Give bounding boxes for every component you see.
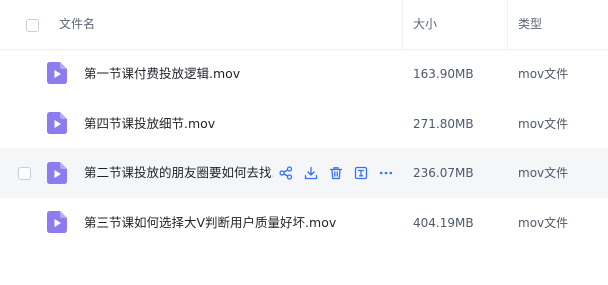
share-icon[interactable] [277, 164, 295, 182]
file-name[interactable]: 第二节课投放的朋友圈要如何去找.mov [84, 148, 273, 198]
video-file-icon [47, 162, 67, 184]
file-type: mov文件 [518, 216, 569, 230]
file-name[interactable]: 第三节课如何选择大V判断用户质量好坏.mov [84, 198, 394, 248]
row-select-checkbox[interactable] [18, 167, 31, 180]
column-divider[interactable] [507, 0, 508, 49]
file-row[interactable]: 第四节课投放细节.mov 271.80MB mov文件 [0, 99, 608, 149]
file-type: mov文件 [518, 67, 569, 81]
delete-icon[interactable] [327, 164, 345, 182]
file-table: 文件名 大小 类型 第一节课付费投放逻辑.mov 163.90MB mov文件 … [0, 0, 608, 285]
file-row[interactable]: 第一节课付费投放逻辑.mov 163.90MB mov文件 [0, 49, 608, 99]
column-header-size[interactable]: 大小 [413, 0, 437, 49]
video-file-icon [47, 211, 67, 233]
file-row-hovered[interactable]: 第二节课投放的朋友圈要如何去找.mov [0, 148, 608, 198]
video-file-icon [47, 112, 67, 134]
file-size: 404.19MB [413, 216, 474, 230]
column-header-name[interactable]: 文件名 [59, 0, 95, 49]
file-type: mov文件 [518, 117, 569, 131]
file-size: 236.07MB [413, 166, 474, 180]
file-row[interactable]: 第三节课如何选择大V判断用户质量好坏.mov 404.19MB mov文件 [0, 198, 608, 248]
select-all-checkbox[interactable] [26, 19, 39, 32]
table-header: 文件名 大小 类型 [0, 0, 608, 50]
file-type: mov文件 [518, 166, 569, 180]
download-icon[interactable] [302, 164, 320, 182]
more-icon[interactable] [377, 164, 395, 182]
file-name[interactable]: 第一节课付费投放逻辑.mov [84, 49, 384, 99]
file-name[interactable]: 第四节课投放细节.mov [84, 99, 384, 149]
video-file-icon [47, 62, 67, 84]
column-header-type[interactable]: 类型 [518, 0, 542, 49]
file-size: 163.90MB [413, 67, 474, 81]
column-divider[interactable] [402, 0, 403, 49]
file-size: 271.80MB [413, 117, 474, 131]
rename-icon[interactable] [352, 164, 370, 182]
